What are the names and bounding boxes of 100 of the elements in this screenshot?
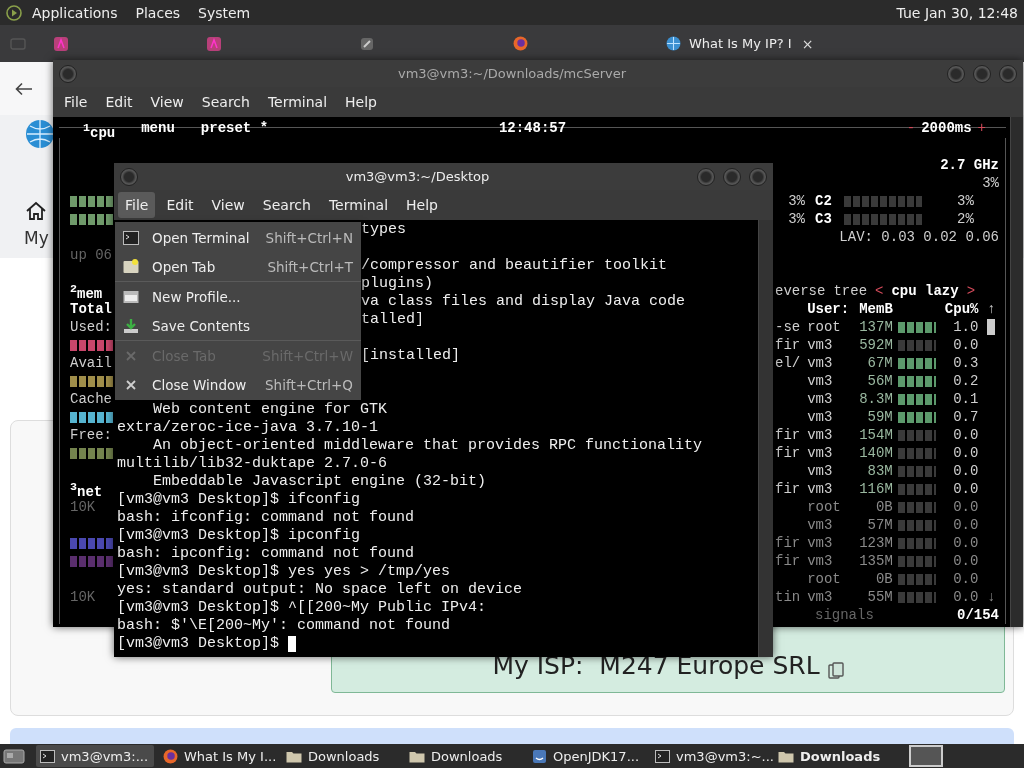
process-command: fir — [775, 426, 802, 444]
column-header[interactable]: MemB — [853, 300, 893, 318]
column-header[interactable]: Cpu% — [941, 300, 979, 318]
menu-item[interactable]: View — [143, 89, 191, 115]
process-user: vm3 — [807, 390, 834, 408]
globe-icon[interactable] — [666, 36, 681, 51]
panel-menu[interactable]: System — [198, 4, 251, 21]
taskbar-item[interactable]: Downloads — [774, 745, 892, 767]
menu-item[interactable]: Search — [255, 192, 318, 218]
panel-menu[interactable]: Places — [135, 4, 181, 21]
scroll-up-arrow[interactable]: ↑ — [983, 300, 999, 318]
box-title[interactable]: $^{1}$cpu — [83, 119, 116, 146]
process-user: vm3 — [807, 480, 834, 498]
distro-logo-icon[interactable] — [6, 4, 22, 21]
process-cpu: 0.0 — [952, 426, 979, 444]
stat-label: 10K — [70, 498, 96, 516]
minimize-icon[interactable] — [697, 167, 715, 186]
tab-title[interactable]: What Is My IP? I — [689, 36, 792, 51]
box-title[interactable]: $^{3}$net — [70, 477, 103, 501]
taskbar-item[interactable]: What Is My I... — [159, 745, 277, 767]
close-icon[interactable] — [999, 64, 1017, 83]
taskbar-item[interactable]: OpenJDK17... — [528, 745, 646, 767]
terminal-line: [vm3@vm3 Desktop]$ — [117, 635, 280, 653]
cpu-percent: 3% — [787, 192, 805, 210]
app-icon[interactable] — [54, 36, 68, 51]
nav-label[interactable]: My — [24, 228, 49, 248]
menu-item[interactable]: Search — [194, 89, 257, 115]
menu-item[interactable]: Terminal — [260, 89, 335, 115]
core-label: C2 — [815, 192, 832, 210]
minimize-icon[interactable] — [947, 64, 965, 83]
previous-button[interactable]: < — [875, 282, 884, 300]
process-user: vm3 — [807, 552, 834, 570]
process-memory: 59M — [866, 408, 893, 426]
box-title[interactable]: preset * — [200, 119, 269, 146]
menu-item[interactable]: Help — [338, 89, 384, 115]
sort-mode[interactable]: cpu lazy — [891, 282, 959, 300]
menu-item[interactable]: View — [204, 192, 252, 218]
process-command: tin — [775, 588, 802, 606]
signals-option[interactable]: signals — [815, 606, 874, 624]
scroll-down-arrow[interactable]: ↓ — [987, 588, 996, 606]
copy-icon[interactable] — [827, 662, 844, 680]
scrollbar[interactable] — [758, 220, 773, 657]
taskbar-item[interactable]: Downloads — [282, 745, 400, 767]
menu-item[interactable]: File — [57, 89, 95, 115]
next-button[interactable]: > — [966, 282, 976, 300]
terminal-icon — [40, 749, 55, 763]
process-cpu: 0.1 — [952, 390, 979, 408]
menu-item[interactable]: Help — [399, 192, 445, 218]
show-desktop-icon[interactable] — [3, 747, 25, 765]
window-menu-icon[interactable] — [59, 64, 77, 83]
box-title[interactable]: menu — [141, 119, 175, 146]
terminal-line: talled] — [361, 311, 424, 329]
terminal-line: Web content engine for GTK — [152, 401, 388, 419]
process-memory: 0B — [874, 570, 893, 588]
sort-option[interactable]: everse — [775, 282, 826, 300]
process-memory: 56M — [866, 372, 893, 390]
process-memory: 135M — [858, 552, 893, 570]
taskbar-item[interactable]: vm3@vm3:... — [36, 745, 154, 767]
process-command: el/ — [775, 354, 802, 372]
menu-item[interactable]: Edit — [159, 192, 201, 218]
menu-option[interactable]: Open Tab Shift+Ctrl+T — [115, 252, 361, 281]
scrollbar-thumb[interactable] — [987, 319, 996, 335]
menu-item[interactable]: File — [118, 192, 156, 218]
taskbar-item[interactable]: Downloads — [405, 745, 523, 767]
menu-item[interactable]: Terminal — [321, 192, 396, 218]
browser-icon[interactable] — [513, 36, 528, 51]
process-user: vm3 — [807, 462, 834, 480]
process-memory: 592M — [858, 336, 893, 354]
process-cpu: 0.2 — [952, 372, 979, 390]
tab-close-button[interactable]: × — [801, 35, 814, 52]
terminal-line: types — [361, 221, 406, 239]
maximize-icon[interactable] — [723, 167, 741, 186]
terminal-line: va class files and display Java code — [361, 293, 686, 311]
close-icon[interactable] — [749, 167, 767, 186]
workspace-switcher[interactable] — [909, 745, 943, 767]
menu-option[interactable]: Open Terminal Shift+Ctrl+N — [115, 223, 361, 252]
process-memory: 123M — [858, 534, 893, 552]
menu-option[interactable]: Close Window Shift+Ctrl+Q — [115, 370, 361, 399]
home-icon[interactable] — [25, 201, 47, 221]
process-cpu: 0.0 — [952, 588, 979, 606]
app-icon[interactable] — [207, 36, 221, 51]
terminal-line: [vm3@vm3 Desktop]$ ifconfig — [117, 491, 361, 509]
core-label: C3 — [815, 210, 832, 228]
maximize-icon[interactable] — [973, 64, 991, 83]
menu-item[interactable]: Edit — [98, 89, 140, 115]
back-arrow-icon[interactable] — [15, 81, 33, 96]
process-user: vm3 — [807, 516, 834, 534]
app-icon[interactable] — [360, 36, 374, 51]
scrollbar[interactable] — [1010, 117, 1023, 627]
column-header[interactable]: User: — [807, 300, 854, 318]
close-icon — [123, 378, 139, 391]
process-user: vm3 — [807, 336, 834, 354]
menu-option[interactable]: New Profile... — [115, 282, 361, 311]
menu-option[interactable]: Save Contents — [115, 311, 361, 340]
process-cpu: 0.7 — [952, 408, 979, 426]
panel-menu[interactable]: Applications — [32, 4, 118, 21]
sort-option[interactable]: tree — [833, 282, 868, 300]
box-title[interactable]: $^{2}$mem — [70, 279, 103, 303]
window-menu-icon[interactable] — [120, 167, 138, 186]
panel-clock[interactable]: Tue Jan 30, 12:48 — [896, 4, 1018, 21]
